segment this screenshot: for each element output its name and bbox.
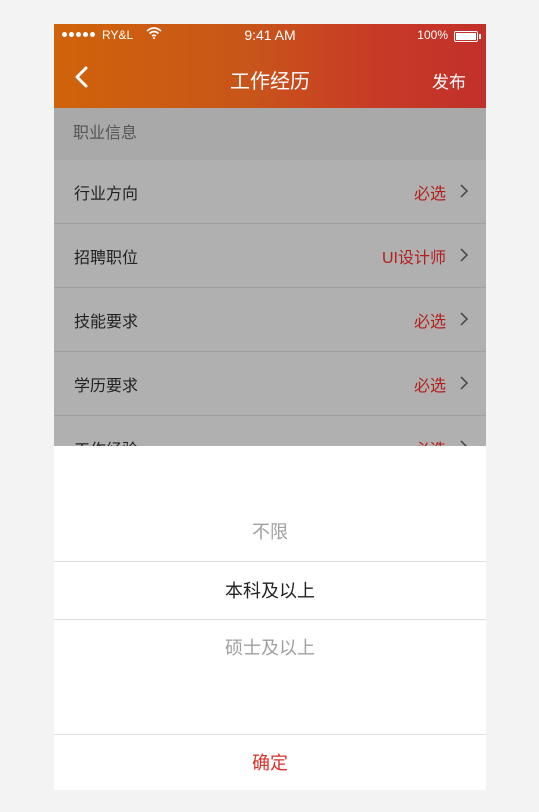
row-value: 必选: [414, 436, 446, 446]
form-row-experience[interactable]: 工作经验 必选: [54, 416, 486, 446]
row-value: 必选: [413, 378, 446, 395]
status-bar: RY&L 9:41 AM 100%: [54, 24, 486, 46]
publish-button[interactable]: 发布: [432, 68, 466, 93]
row-value: 必选: [413, 186, 446, 203]
chevron-right-icon: [460, 248, 469, 262]
job-info-form: 职业信息 行业方向 必选 招聘职位 UI设计师 技能要求 必选 学历要求 必选 …: [54, 108, 486, 446]
battery-percentage: 100%: [417, 28, 448, 42]
chevron-right-icon: [460, 184, 469, 198]
page-title: 工作经历: [230, 71, 310, 93]
form-row-skills[interactable]: 技能要求 必选: [54, 288, 486, 352]
picker-option[interactable]: 不限: [54, 503, 486, 561]
chevron-right-icon: [460, 312, 469, 326]
row-label: 学历要求: [74, 378, 139, 395]
education-picker-sheet: 不限 本科及以上 硕士及以上 确定: [54, 446, 486, 790]
row-label: 技能要求: [74, 314, 139, 331]
picker-option[interactable]: 硕士及以上: [54, 619, 486, 677]
row-label: 行业方向: [74, 186, 139, 203]
confirm-button[interactable]: 确定: [54, 734, 486, 790]
app-screen: RY&L 9:41 AM 100% 工作经历 发布 职业信息 行业方向 必选 招…: [54, 24, 486, 790]
row-value: 必选: [413, 314, 446, 331]
picker-option-selected[interactable]: 本科及以上: [54, 562, 486, 620]
section-title: 职业信息: [54, 108, 486, 160]
nav-bar: 工作经历 发布: [54, 46, 486, 108]
battery-icon: [454, 31, 481, 42]
chevron-right-icon: [460, 376, 469, 390]
form-row-position[interactable]: 招聘职位 UI设计师: [54, 224, 486, 288]
form-row-industry[interactable]: 行业方向 必选: [54, 160, 486, 224]
row-label: 工作经验: [74, 436, 138, 446]
form-row-education[interactable]: 学历要求 必选: [54, 352, 486, 416]
row-value: UI设计师: [381, 250, 446, 267]
chevron-right-icon: [460, 440, 468, 446]
header: RY&L 9:41 AM 100% 工作经历 发布: [54, 24, 486, 108]
row-label: 招聘职位: [74, 250, 139, 267]
